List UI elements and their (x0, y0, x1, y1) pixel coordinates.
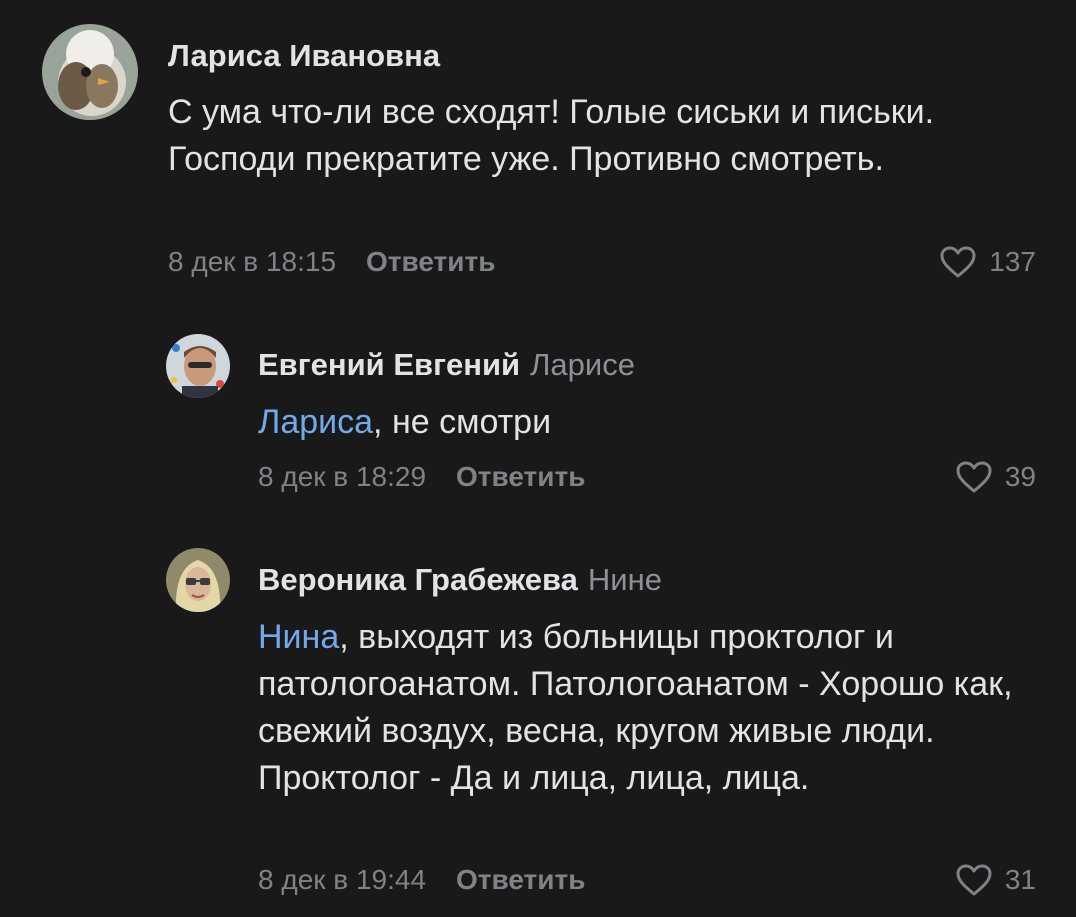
reply-to-name[interactable]: Нине (588, 562, 662, 597)
reply-button[interactable]: Ответить (366, 246, 495, 277)
comment-meta: 8 дек в 19:44 Ответить (258, 862, 585, 898)
comment-text: Нина, выходят из больницы проктолог и па… (258, 614, 1043, 802)
author-line: Евгений Евгений Ларисе (258, 345, 635, 385)
comment-meta: 8 дек в 18:29 Ответить (258, 459, 585, 495)
comment-body: , выходят из больницы проктолог и патоло… (258, 618, 1013, 797)
avatar[interactable] (42, 24, 138, 120)
comment-text: Лариса, не смотри (258, 399, 1018, 446)
comment-text: С ума что-ли все сходят! Голые сиськи и … (168, 93, 935, 178)
woman-avatar-icon (166, 548, 230, 612)
like-button[interactable]: 39 (955, 459, 1036, 495)
comment-date: 8 дек в 18:29 (258, 461, 427, 492)
avatar[interactable] (166, 334, 230, 398)
reply-button[interactable]: Ответить (456, 461, 585, 492)
author-name[interactable]: Лариса Ивановна (168, 38, 440, 73)
like-button[interactable]: 31 (955, 862, 1036, 898)
reply-to-name[interactable]: Ларисе (530, 347, 635, 382)
heart-icon (940, 246, 976, 278)
mention-link[interactable]: Лариса (258, 403, 373, 441)
comment-meta: 8 дек в 18:15 Ответить (168, 244, 495, 280)
comment-date: 8 дек в 18:15 (168, 246, 337, 277)
heart-icon (956, 864, 992, 896)
reply-button[interactable]: Ответить (456, 864, 585, 895)
avatar[interactable] (166, 548, 230, 612)
comment-body: , не смотри (373, 403, 552, 441)
like-count: 31 (1004, 864, 1036, 895)
author-line: Лариса Ивановна (168, 36, 440, 76)
mention-link[interactable]: Нина (258, 618, 339, 656)
author-name[interactable]: Евгений Евгений (258, 347, 520, 382)
like-count: 39 (1004, 461, 1036, 492)
heart-icon (956, 461, 992, 493)
bird-avatar-icon (42, 24, 138, 120)
man-avatar-icon (166, 334, 230, 398)
like-button[interactable]: 137 (939, 244, 1036, 280)
comment-date: 8 дек в 19:44 (258, 864, 427, 895)
author-name[interactable]: Вероника Грабежева (258, 562, 578, 597)
author-line: Вероника Грабежева Нине (258, 560, 662, 600)
like-count: 137 (989, 246, 1036, 277)
